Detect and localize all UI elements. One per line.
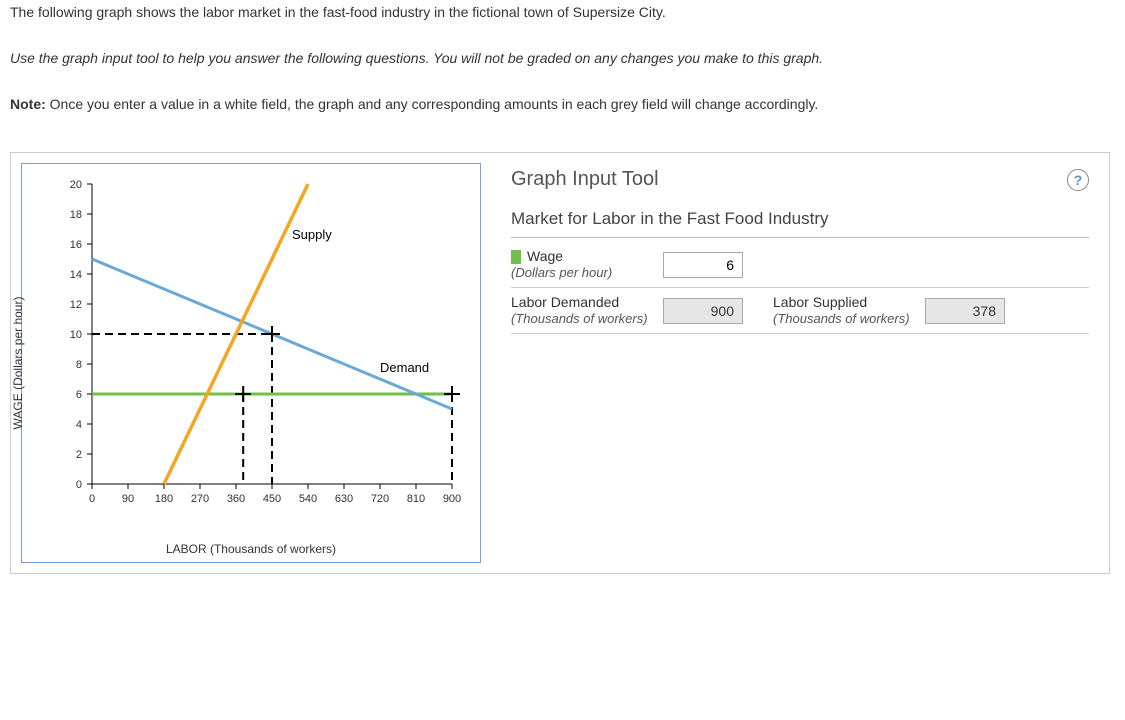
x-tick-10: 900: [443, 493, 461, 505]
x-tick-3: 270: [191, 493, 209, 505]
x-tick-5: 450: [263, 493, 281, 505]
x-tick-4: 360: [227, 493, 245, 505]
tool-subtitle: Market for Labor in the Fast Food Indust…: [511, 209, 1089, 238]
x-tick-0: 0: [89, 493, 95, 505]
marker-demanded[interactable]: [444, 386, 460, 402]
y-tick-6: 12: [70, 299, 82, 311]
y-tick-8: 16: [70, 239, 82, 251]
y-tick-5: 10: [70, 329, 82, 341]
note-prefix: Note:: [10, 96, 46, 112]
tool-title: Graph Input Tool: [511, 168, 659, 191]
y-tick-1: 2: [76, 449, 82, 461]
x-axis-label: LABOR (Thousands of workers): [166, 542, 336, 556]
x-tick-9: 810: [407, 493, 425, 505]
y-tick-4: 8: [76, 359, 82, 371]
y-tick-2: 4: [76, 419, 82, 431]
instruction-text: Use the graph input tool to help you ans…: [10, 50, 1115, 66]
labor-demanded-sublabel: (Thousands of workers): [511, 311, 648, 326]
demand-label: Demand: [380, 360, 429, 375]
note-body: Once you enter a value in a white field,…: [46, 96, 819, 112]
y-tick-10: 20: [70, 179, 82, 191]
wage-input[interactable]: [663, 252, 743, 278]
x-tick-2: 180: [155, 493, 173, 505]
labor-demanded-label: Labor Demanded: [511, 294, 619, 310]
y-axis-label: WAGE (Dollars per hour): [11, 297, 25, 430]
labor-demanded-output: [663, 298, 743, 324]
supply-label: Supply: [292, 227, 332, 242]
help-icon[interactable]: ?: [1067, 169, 1089, 191]
labor-supplied-label: Labor Supplied: [773, 294, 867, 310]
main-panel: WAGE (Dollars per hour) 0 90 180 270 360…: [10, 152, 1110, 574]
x-tick-8: 720: [371, 493, 389, 505]
y-tick-7: 14: [70, 269, 82, 281]
marker-equilibrium[interactable]: [264, 326, 280, 342]
graph-input-tool: Graph Input Tool ? Market for Labor in t…: [511, 153, 1109, 573]
marker-supplied[interactable]: [235, 386, 251, 402]
wage-color-marker: [511, 250, 521, 264]
wage-label: Wage: [527, 248, 563, 264]
wage-sublabel: (Dollars per hour): [511, 265, 612, 280]
y-tick-9: 18: [70, 209, 82, 221]
labor-supplied-sublabel: (Thousands of workers): [773, 311, 910, 326]
y-tick-3: 6: [76, 389, 82, 401]
chart-container[interactable]: WAGE (Dollars per hour) 0 90 180 270 360…: [21, 163, 481, 563]
labor-market-chart[interactable]: 0 90 180 270 360 450 540 630 720 810 900…: [22, 164, 482, 564]
note-text: Note: Once you enter a value in a white …: [10, 96, 1115, 112]
x-tick-1: 90: [122, 493, 134, 505]
labor-supplied-output: [925, 298, 1005, 324]
x-tick-7: 630: [335, 493, 353, 505]
x-tick-6: 540: [299, 493, 317, 505]
y-tick-0: 0: [76, 479, 82, 491]
intro-text: The following graph shows the labor mark…: [10, 4, 1115, 20]
